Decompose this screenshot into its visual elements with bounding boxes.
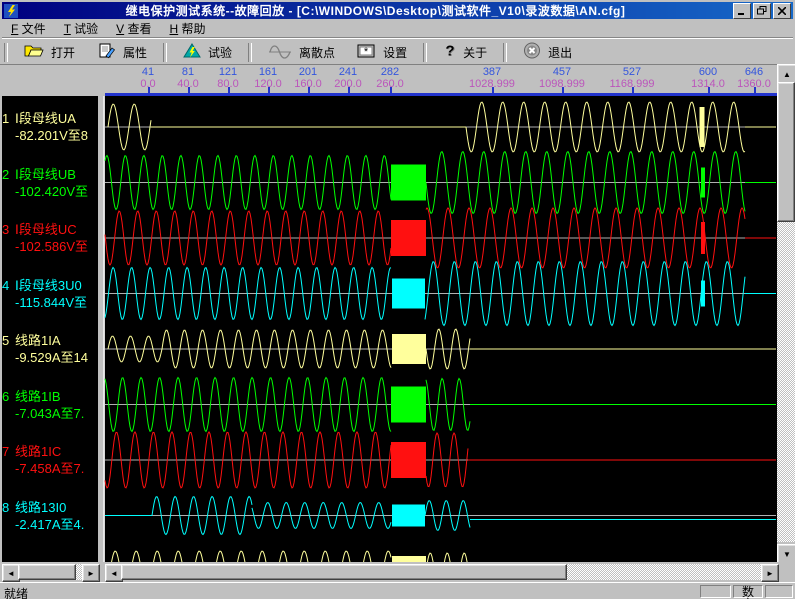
status-panel-digital: 数字 [733, 585, 763, 598]
hscroll-row: ◄ ► ◄ ► [0, 562, 795, 582]
ruler-tick [348, 87, 350, 94]
toolbar-separator [248, 43, 252, 62]
vscroll-thumb[interactable] [777, 82, 795, 222]
vscroll-down-button[interactable]: ▼ [777, 544, 795, 564]
toolbar-handle [4, 43, 8, 62]
sine-wave-icon [268, 43, 292, 62]
about-button[interactable]: ?? 关于 [432, 40, 498, 64]
app-window: 继电保护测试系统--故障回放 - [C:\WINDOWS\Desktop\测试软… [0, 0, 795, 599]
svg-text:*: * [364, 46, 369, 58]
ruler-tick [188, 87, 190, 94]
discrete-points-button[interactable]: 离散点 [257, 40, 346, 64]
open-button-label: 打开 [51, 44, 75, 61]
ruler-tick [708, 87, 710, 94]
test-button-label: 试验 [208, 44, 232, 61]
title-bar: 继电保护测试系统--故障回放 - [C:\WINDOWS\Desktop\测试软… [2, 2, 793, 19]
svg-text:?: ? [445, 43, 454, 59]
exit-circle-icon [523, 42, 541, 62]
time-ruler: 410.08140.012180.0161120.0201160.0241200… [0, 64, 795, 96]
waveform-area[interactable] [104, 96, 777, 562]
ruler-tick [562, 87, 564, 94]
ruler-tick [268, 87, 270, 94]
channel-label-1: 1Ⅰ段母线UA-82.201V至8 [2, 110, 98, 144]
channel-label-5: 5线路1IA-9.529A至14 [2, 332, 98, 366]
waveform-trace-9 [110, 551, 776, 562]
exit-button-label: 退出 [548, 44, 572, 61]
discrete-points-button-label: 离散点 [299, 44, 335, 61]
toolbar-separator [423, 43, 427, 62]
channel-label-3: 3Ⅰ段母线UC-102.586V至 [2, 221, 98, 255]
menu-item-T[interactable]: T 试验 [55, 18, 107, 39]
wave-hscroll-thumb[interactable] [121, 564, 567, 580]
ruler-tick [754, 87, 756, 94]
channel-label-8: 8线路13I0-2.417A至4. [2, 499, 98, 533]
vertical-scrollbar[interactable]: ▲ ▼ [777, 64, 795, 562]
channel-label-column: 1Ⅰ段母线UA-82.201V至8 2Ⅰ段母线UB-102.420V至 3Ⅰ段母线U… [2, 96, 98, 562]
settings-window-icon: * [357, 43, 376, 62]
vscroll-up-button[interactable]: ▲ [777, 64, 795, 84]
ruler-tick [492, 87, 494, 94]
menu-item-H[interactable]: H 帮助 [161, 18, 215, 39]
status-panel-1 [700, 585, 731, 598]
toolbar-separator [163, 43, 167, 62]
ruler-tick [632, 87, 634, 94]
window-title: 继电保护测试系统--故障回放 - [C:\WINDOWS\Desktop\测试软… [18, 2, 733, 19]
label-hscroll-thumb[interactable] [18, 564, 76, 580]
label-hscroll-right-button[interactable]: ► [82, 564, 100, 582]
status-ready-text: 就绪 [4, 585, 28, 599]
properties-button[interactable]: 属性 [86, 40, 158, 64]
ruler-tick [390, 87, 392, 94]
app-icon [4, 4, 18, 18]
close-button[interactable] [773, 3, 791, 19]
about-button-label: 关于 [463, 44, 487, 61]
exit-button[interactable]: 退出 [512, 40, 583, 64]
document-pen-icon [97, 43, 116, 62]
ruler-tick [148, 87, 150, 94]
lightning-triangle-icon [183, 43, 201, 62]
ruler-tick [308, 87, 310, 94]
folder-open-icon [24, 43, 44, 62]
wave-hscroll-right-button[interactable]: ► [761, 564, 779, 582]
channel-label-2: 2Ⅰ段母线UB-102.420V至 [2, 166, 98, 200]
restore-button[interactable] [753, 3, 771, 19]
status-panel-3 [765, 585, 793, 598]
test-button[interactable]: 试验 [172, 40, 243, 64]
toolbar-separator [503, 43, 507, 62]
ruler-tick [228, 87, 230, 94]
channel-label-4: 4Ⅰ段母线3U0-115.844V至 [2, 277, 98, 311]
channel-label-7: 7线路1IC-7.458A至7. [2, 443, 98, 477]
question-mark-icon: ?? [443, 43, 456, 62]
waveform-trace-1 [108, 102, 776, 152]
minimize-button[interactable] [733, 3, 751, 19]
settings-button-label: 设置 [383, 44, 407, 61]
open-button[interactable]: 打开 [13, 40, 86, 64]
menu-bar: F 文件T 试验V 查看H 帮助 [2, 19, 793, 38]
status-bar: 就绪 数字 [0, 582, 795, 599]
settings-button[interactable]: * 设置 [346, 40, 418, 64]
menu-item-V[interactable]: V 查看 [107, 18, 160, 39]
ruler-scale: 410.08140.012180.0161120.0201160.0241200… [105, 65, 777, 96]
toolbar: 打开 属性 试验 离散点 * 设置?? 关于 退出 [2, 38, 793, 65]
channel-label-6: 6线路1IB-7.043A至7. [2, 388, 98, 422]
menu-item-F[interactable]: F 文件 [2, 18, 55, 39]
properties-button-label: 属性 [123, 44, 147, 61]
